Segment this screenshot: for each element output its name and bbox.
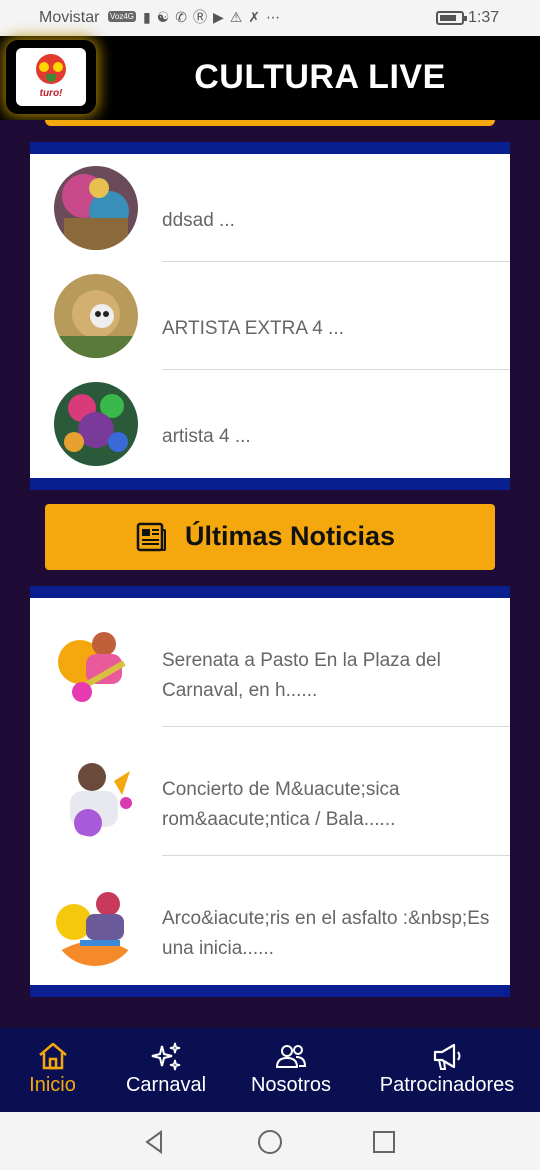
- logo-text: turo!: [39, 88, 63, 99]
- nav-label: Nosotros: [250, 1074, 332, 1096]
- wifi-icon: ☯: [156, 9, 170, 25]
- users-icon: [275, 1045, 307, 1068]
- list-item[interactable]: Serenata a Pasto En la Plaza del Carnava…: [30, 598, 510, 727]
- main-content[interactable]: ddsad ... ARTISTA EXTRA 4 ... artista 4 …: [0, 120, 540, 1028]
- nav-inicio[interactable]: Inicio: [0, 1028, 105, 1112]
- nav-carnaval[interactable]: Carnaval: [110, 1028, 222, 1112]
- nav-label: Inicio: [29, 1074, 76, 1096]
- youtube-icon: ▶: [213, 9, 224, 25]
- bitcoin-icon: Ⓡ: [193, 9, 208, 25]
- artist-name: ddsad ...: [162, 210, 235, 231]
- home-icon: [38, 1042, 67, 1070]
- status-icons: ▮ ☯ ✆ Ⓡ ▶ ⚠ ✗ ⋯: [143, 8, 280, 26]
- nav-label: Carnaval: [125, 1074, 207, 1096]
- system-navigation-bar: [0, 1112, 540, 1170]
- artist-name: ARTISTA EXTRA 4 ...: [162, 318, 344, 339]
- news-thumbnail: [52, 880, 138, 966]
- list-item[interactable]: artista 4 ...: [30, 370, 510, 478]
- logo-frame[interactable]: turo!: [6, 40, 96, 114]
- list-item[interactable]: ARTISTA EXTRA 4 ...: [30, 262, 510, 370]
- newspaper-icon: [136, 522, 166, 552]
- news-title: Arco&iacute;ris en el asfalto :&nbsp;Es …: [162, 908, 490, 959]
- app-logo: turo!: [16, 48, 86, 106]
- bottom-navigation: Inicio Carnaval Nosotros Patrocinadores: [0, 1028, 540, 1112]
- carrier-name: Movistar: [39, 9, 100, 26]
- nav-nosotros[interactable]: Nosotros: [234, 1028, 348, 1112]
- nav-label: Patrocinadores: [379, 1074, 515, 1096]
- latest-news-button[interactable]: Últimas Noticias: [45, 504, 495, 570]
- missed-call-icon: ✆: [175, 9, 188, 25]
- artist-avatar: [54, 166, 138, 250]
- news-list: Serenata a Pasto En la Plaza del Carnava…: [30, 586, 510, 997]
- list-item[interactable]: Arco&iacute;ris en el asfalto :&nbsp;Es …: [30, 856, 510, 985]
- list-item[interactable]: Concierto de M&uacute;sica rom&aacute;nt…: [30, 727, 510, 856]
- home-button-icon[interactable]: [256, 1128, 284, 1156]
- megaphone-icon: [433, 1043, 461, 1070]
- nav-patrocinadores[interactable]: Patrocinadores: [362, 1028, 532, 1112]
- back-icon[interactable]: [141, 1128, 169, 1156]
- list-item[interactable]: ddsad ...: [30, 154, 510, 262]
- artists-list: ddsad ... ARTISTA EXTRA 4 ... artista 4 …: [30, 142, 510, 490]
- latest-news-label: Últimas Noticias: [185, 521, 396, 551]
- battery-icon: [436, 11, 467, 25]
- tools-icon: ✗: [248, 9, 261, 25]
- artist-name: artista 4 ...: [162, 426, 251, 447]
- clock: 1:37: [468, 9, 500, 26]
- recent-apps-icon[interactable]: [370, 1128, 398, 1156]
- owl-icon: [36, 54, 66, 84]
- artist-avatar: [54, 274, 138, 358]
- news-thumbnail: [52, 751, 138, 837]
- network-badge: Voz4G: [108, 11, 137, 22]
- status-bar: Movistar Voz4G ▮ ☯ ✆ Ⓡ ▶ ⚠ ✗ ⋯ 1:37: [0, 0, 540, 36]
- news-title: Serenata a Pasto En la Plaza del Carnava…: [162, 650, 441, 701]
- artists-section-button[interactable]: [45, 120, 495, 126]
- more-icon: ⋯: [266, 9, 281, 25]
- app-header: turo! CULTURA LIVE: [0, 36, 540, 120]
- page-title: CULTURA LIVE: [194, 58, 446, 96]
- warning-icon: ⚠: [229, 9, 243, 25]
- artist-avatar: [54, 382, 138, 466]
- news-title: Concierto de M&uacute;sica rom&aacute;nt…: [162, 779, 400, 830]
- sparkles-icon: [151, 1042, 181, 1071]
- signal-icon: ▮: [143, 9, 151, 25]
- news-thumbnail: [52, 622, 138, 708]
